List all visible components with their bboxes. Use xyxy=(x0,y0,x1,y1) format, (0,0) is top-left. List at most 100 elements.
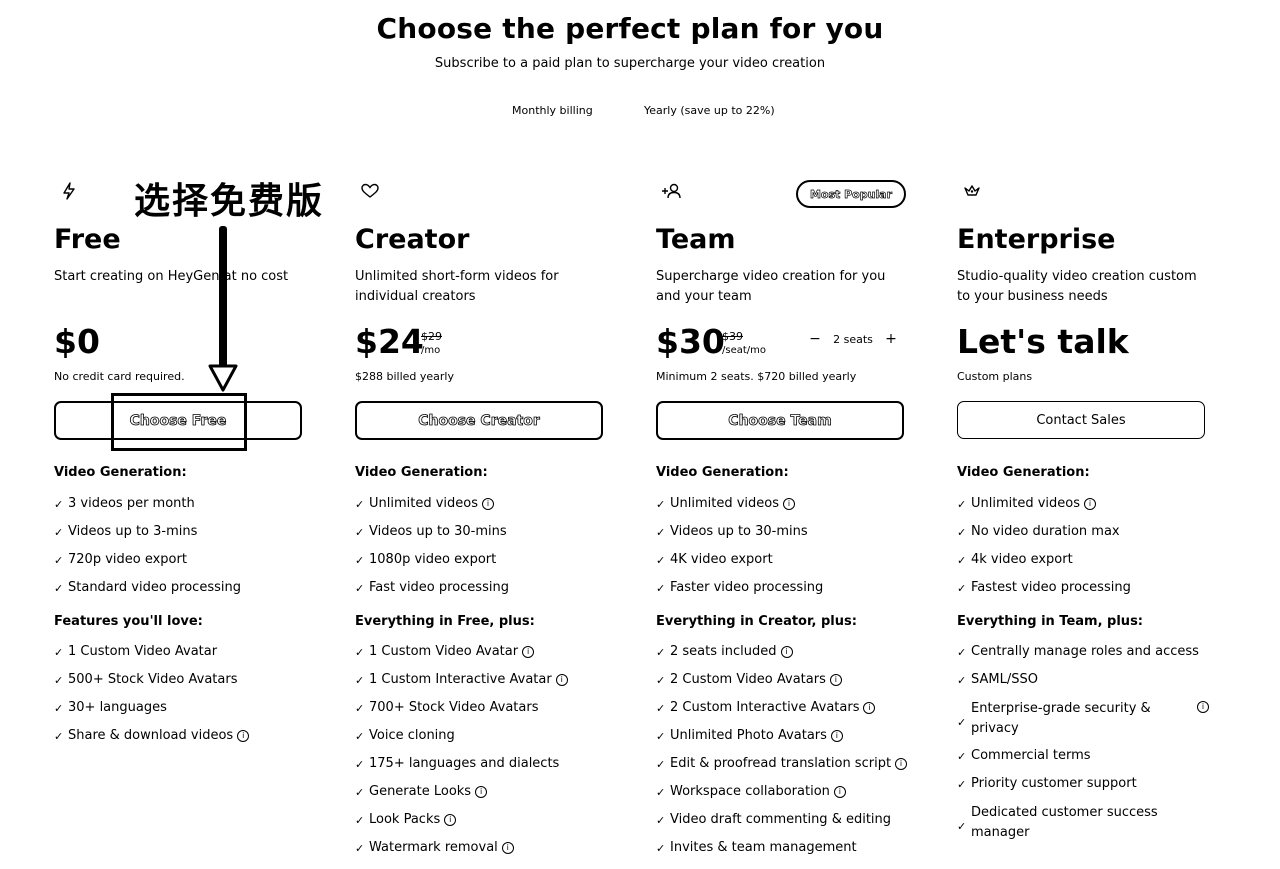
info-icon[interactable]: i xyxy=(444,814,457,826)
feature-item: ✓ 2 seats included i xyxy=(656,643,908,671)
check-icon: ✓ xyxy=(355,814,365,827)
info-icon[interactable]: i xyxy=(1084,498,1097,510)
info-icon[interactable]: i xyxy=(829,674,842,686)
info-icon[interactable]: i xyxy=(833,786,846,798)
check-icon: ✓ xyxy=(957,674,967,687)
contact-sales-button[interactable]: Contact Sales xyxy=(957,401,1205,439)
check-icon: ✓ xyxy=(957,750,967,763)
feature-item: ✓ Unlimited videos i xyxy=(656,495,908,523)
billing-toggle-monthly[interactable]: Monthly billing xyxy=(512,104,593,117)
section-title: Video Generation: xyxy=(355,465,488,480)
feature-item: ✓ Videos up to 3-mins xyxy=(54,524,198,539)
choose-team-button[interactable]: Choose Team xyxy=(656,401,904,440)
plan-price: $0 xyxy=(54,322,100,361)
feature-item: ✓ 175+ languages and dialects xyxy=(355,756,560,771)
increase-seats-button[interactable]: + xyxy=(884,331,898,347)
check-icon: ✓ xyxy=(656,646,666,659)
feature-list: ✓ 2 seats included i ✓ 2 Custom Video Avata… xyxy=(656,643,908,867)
feature-list: ✓ Centrally manage roles and access ✓ SAML… xyxy=(957,643,1209,851)
info-icon[interactable]: i xyxy=(555,674,568,686)
info-icon[interactable]: i xyxy=(522,646,535,658)
billing-toggle-yearly[interactable]: Yearly (save up to 22%) xyxy=(644,104,775,117)
plan-price: $30 xyxy=(656,322,725,361)
feature-item: ✓ 2 Custom Video Avatars i xyxy=(656,671,908,699)
feature-item: ✓ Unlimited videos i xyxy=(957,495,1209,523)
check-icon: ✓ xyxy=(54,646,64,659)
feature-item: ✓ Enterprise-grade security & privacy i xyxy=(957,699,1209,747)
arrow-head-icon xyxy=(208,364,238,392)
annotation-arrow xyxy=(219,226,227,374)
info-icon[interactable]: i xyxy=(830,730,843,742)
feature-item: ✓ Priority customer support xyxy=(957,776,1137,791)
check-icon: ✓ xyxy=(54,582,64,595)
feature-item: ✓ 3 videos per month xyxy=(54,496,195,511)
page-title: Choose the perfect plan for you xyxy=(376,12,884,45)
check-icon: ✓ xyxy=(656,786,666,799)
info-icon[interactable]: i xyxy=(475,786,488,798)
annotation-highlight-box xyxy=(111,393,247,451)
feature-item: ✓ Videos up to 30-mins xyxy=(656,524,808,539)
feature-item: ✓ Watermark removal i xyxy=(355,839,607,867)
section-title: Everything in Creator, plus: xyxy=(656,614,857,629)
check-icon: ✓ xyxy=(957,582,967,595)
feature-list: ✓ Unlimited videos i ✓ Videos up to 30-mins… xyxy=(656,495,908,607)
check-icon: ✓ xyxy=(957,820,967,833)
feature-item: ✓ 30+ languages xyxy=(54,700,167,715)
section-title: Video Generation: xyxy=(656,465,789,480)
feature-item: ✓ Look Packs i xyxy=(355,811,607,839)
crown-icon xyxy=(959,178,985,204)
feature-item: ✓ Generate Looks i xyxy=(355,783,607,811)
plan-note: $288 billed yearly xyxy=(355,370,454,383)
check-icon: ✓ xyxy=(355,730,365,743)
check-icon: ✓ xyxy=(54,498,64,511)
feature-item: ✓ Faster video processing xyxy=(656,580,824,595)
most-popular-badge: Most Popular xyxy=(796,180,906,208)
feature-item: ✓ Dedicated customer success manager xyxy=(957,805,1158,840)
check-icon: ✓ xyxy=(656,702,666,715)
info-icon[interactable]: i xyxy=(482,498,495,510)
seat-count: 2 seats xyxy=(833,332,873,346)
info-icon[interactable]: i xyxy=(863,702,876,714)
info-icon[interactable]: i xyxy=(501,842,514,854)
choose-creator-button[interactable]: Choose Creator xyxy=(355,401,603,440)
plan-price: $24 xyxy=(355,322,424,361)
feature-item: ✓ 1 Custom Video Avatar xyxy=(54,644,218,659)
plan-description: Start creating on HeyGen at no cost xyxy=(54,269,289,284)
feature-item: ✓ Standard video processing xyxy=(54,580,241,595)
feature-item: ✓ Videos up to 30-mins xyxy=(355,524,507,539)
check-icon: ✓ xyxy=(355,498,365,511)
check-icon: ✓ xyxy=(656,554,666,567)
feature-item: ✓ 4k video export xyxy=(957,552,1073,567)
check-icon: ✓ xyxy=(355,646,365,659)
decrease-seats-button[interactable]: − xyxy=(808,331,822,347)
feature-item: ✓ 700+ Stock Video Avatars xyxy=(355,700,539,715)
section-title: Video Generation: xyxy=(54,465,187,480)
check-icon: ✓ xyxy=(656,842,666,855)
seat-stepper: − 2 seats + xyxy=(808,331,898,347)
feature-item: ✓ Commercial terms xyxy=(957,748,1091,763)
check-icon: ✓ xyxy=(957,646,967,659)
feature-list: ✓ 3 videos per month ✓ Videos up to 3-mins… xyxy=(54,495,306,607)
info-icon[interactable]: i xyxy=(895,758,908,770)
check-icon: ✓ xyxy=(656,526,666,539)
check-icon: ✓ xyxy=(54,554,64,567)
info-icon[interactable]: i xyxy=(780,646,793,658)
price-period: /seat/mo xyxy=(722,345,767,356)
feature-item: ✓ Edit & proofread translation script i xyxy=(656,755,908,783)
feature-item: ✓ Centrally manage roles and access xyxy=(957,644,1199,659)
info-icon[interactable]: i xyxy=(1197,701,1209,713)
feature-item: ✓ Video draft commenting & editing xyxy=(656,812,892,827)
section-title: Everything in Free, plus: xyxy=(355,614,535,629)
feature-item: ✓ 1 Custom Video Avatar i xyxy=(355,643,607,671)
check-icon: ✓ xyxy=(355,842,365,855)
feature-item: ✓ Workspace collaboration i xyxy=(656,783,908,811)
feature-item: ✓ Fastest video processing xyxy=(957,580,1131,595)
feature-item: ✓ 4K video export xyxy=(656,552,773,567)
info-icon[interactable]: i xyxy=(783,498,796,510)
info-icon[interactable]: i xyxy=(237,730,250,742)
check-icon: ✓ xyxy=(656,758,666,771)
feature-item: ✓ 1080p video export xyxy=(355,552,497,567)
page-subtitle: Subscribe to a paid plan to supercharge … xyxy=(434,56,826,71)
feature-item: ✓ SAML/SSO xyxy=(957,672,1038,687)
check-icon: ✓ xyxy=(656,674,666,687)
